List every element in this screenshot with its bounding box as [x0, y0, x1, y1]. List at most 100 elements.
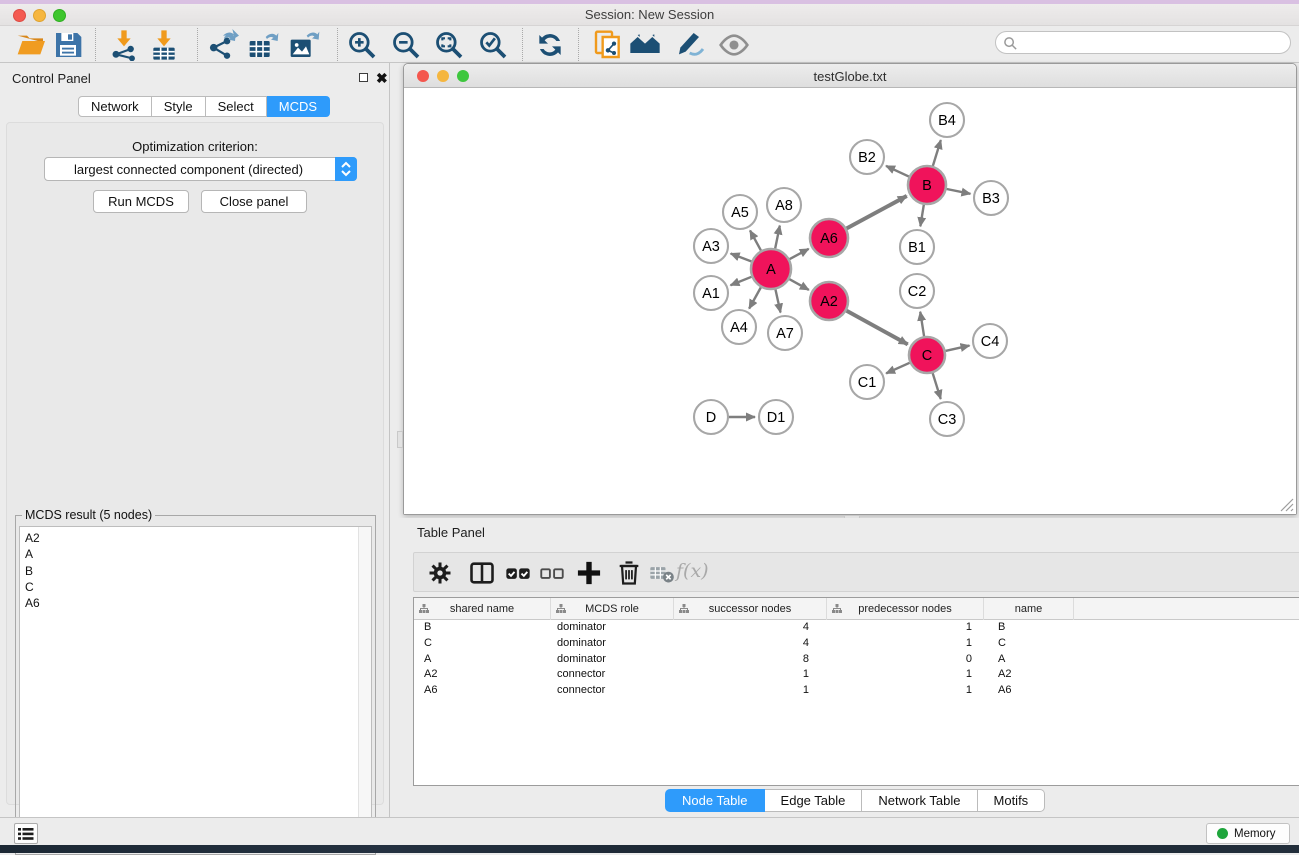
criterion-dropdown[interactable]: largest connected component (directed) [44, 157, 357, 181]
home-views-icon[interactable] [629, 29, 661, 61]
import-table-icon[interactable] [148, 29, 180, 61]
table-row-A6[interactable]: A6connector11A6 [414, 683, 1299, 699]
table-row-C[interactable]: Cdominator41C [414, 636, 1299, 652]
graph-edge-A2-C[interactable] [844, 309, 908, 344]
graph-node-B4[interactable]: B4 [930, 103, 964, 137]
graph-edge-B-B4[interactable] [932, 140, 941, 169]
graph-edge-C-C4[interactable] [943, 346, 970, 352]
network-window-titlebar[interactable]: testGlobe.txt [404, 64, 1296, 88]
result-item-C[interactable]: C [20, 579, 371, 595]
graph-edge-B-B2[interactable] [886, 166, 912, 178]
toolbar-separator [337, 28, 338, 61]
graph-node-C3[interactable]: C3 [930, 402, 964, 436]
graph-edge-C-C2[interactable] [920, 312, 924, 339]
deselect-all-icon[interactable] [538, 559, 566, 587]
duplicate-network-icon[interactable] [592, 29, 624, 61]
result-list-scrollbar[interactable] [358, 527, 371, 850]
task-history-button[interactable] [14, 823, 38, 844]
result-item-A[interactable]: A [20, 546, 371, 562]
graph-node-A2[interactable]: A2 [810, 282, 848, 320]
import-network-icon[interactable] [108, 29, 140, 61]
split-column-icon[interactable] [468, 559, 496, 587]
column-header-successor-nodes[interactable]: successor nodes [674, 598, 827, 620]
graph-node-A8[interactable]: A8 [767, 188, 801, 222]
graph-node-C[interactable]: C [909, 337, 945, 373]
graph-edge-C-C1[interactable] [886, 362, 912, 374]
graph-node-C4[interactable]: C4 [973, 324, 1007, 358]
graph-edge-A-A6[interactable] [787, 249, 809, 261]
graph-node-C1[interactable]: C1 [850, 365, 884, 399]
network-vertical-scroll-thumb[interactable] [397, 431, 403, 448]
zoom-in-icon[interactable] [346, 29, 378, 61]
close-panel-button[interactable]: Close panel [201, 190, 307, 213]
delete-icon[interactable] [615, 559, 643, 587]
tab-network-table[interactable]: Network Table [862, 789, 977, 812]
graph-node-A5[interactable]: A5 [723, 195, 757, 229]
graph-edge-A-A8[interactable] [775, 226, 780, 252]
column-header-MCDS-role[interactable]: MCDS role [551, 598, 674, 620]
save-session-icon[interactable] [52, 29, 84, 61]
network-canvas[interactable]: B4 B2 B B3 A5 A8 A6 A3 A B1 A1 A2 C2 A4 A7 C4 C C1 D D1 C3 [404, 88, 1296, 514]
select-all-icon[interactable] [504, 559, 532, 587]
result-item-A2[interactable]: A2 [20, 530, 371, 546]
zoom-fit-icon[interactable] [433, 29, 465, 61]
graph-edge-A-A2[interactable] [787, 278, 809, 290]
tab-network[interactable]: Network [78, 96, 152, 117]
graph-node-A7[interactable]: A7 [768, 316, 802, 350]
hide-details-icon[interactable] [675, 29, 707, 61]
graph-edge-A6-B[interactable] [844, 196, 907, 230]
zoom-out-icon[interactable] [390, 29, 422, 61]
show-details-icon[interactable] [718, 29, 750, 61]
tab-motifs[interactable]: Motifs [978, 789, 1046, 812]
column-header-name[interactable]: name [984, 598, 1074, 620]
refresh-icon[interactable] [534, 29, 566, 61]
graph-edge-B-B1[interactable] [920, 202, 924, 226]
add-icon[interactable] [575, 559, 603, 587]
result-item-B[interactable]: B [20, 563, 371, 579]
function-builder-icon[interactable]: f(x) [676, 560, 709, 582]
resize-grip-icon[interactable] [1280, 498, 1294, 512]
graph-node-C2[interactable]: C2 [900, 274, 934, 308]
graph-node-B1[interactable]: B1 [900, 230, 934, 264]
tab-edge-table[interactable]: Edge Table [765, 789, 863, 812]
export-image-icon[interactable] [288, 29, 320, 61]
graph-edge-A-A3[interactable] [731, 254, 755, 263]
graph-edge-A-A1[interactable] [730, 276, 754, 286]
graph-edge-A-A5[interactable] [750, 230, 762, 253]
graph-node-B[interactable]: B [908, 166, 946, 204]
graph-node-A4[interactable]: A4 [722, 310, 756, 344]
close-panel-icon[interactable]: ✖ [376, 72, 388, 84]
result-item-A6[interactable]: A6 [20, 595, 371, 611]
search-input[interactable] [1022, 33, 1282, 52]
graph-edge-A-A7[interactable] [775, 287, 781, 313]
graph-node-A1[interactable]: A1 [694, 276, 728, 310]
tab-node-table[interactable]: Node Table [665, 789, 765, 812]
delete-table-icon[interactable] [648, 559, 676, 587]
zoom-selected-icon[interactable] [477, 29, 509, 61]
graph-node-B3[interactable]: B3 [974, 181, 1008, 215]
graph-edge-C-C3[interactable] [932, 370, 941, 399]
table-row-B[interactable]: Bdominator41B [414, 620, 1299, 636]
run-mcds-button[interactable]: Run MCDS [93, 190, 189, 213]
tab-style[interactable]: Style [152, 96, 206, 117]
open-file-icon[interactable] [15, 29, 47, 61]
float-panel-icon[interactable] [359, 73, 368, 82]
graph-node-D1[interactable]: D1 [759, 400, 793, 434]
table-row-A[interactable]: Adominator80A [414, 652, 1299, 668]
graph-node-A6[interactable]: A6 [810, 219, 848, 257]
table-row-A2[interactable]: A2connector11A2 [414, 667, 1299, 683]
graph-node-B2[interactable]: B2 [850, 140, 884, 174]
graph-edge-A-A4[interactable] [749, 285, 762, 309]
column-header-shared-name[interactable]: shared name [414, 598, 551, 620]
tab-select[interactable]: Select [206, 96, 267, 117]
tab-mcds[interactable]: MCDS [267, 96, 330, 117]
export-network-icon[interactable] [207, 29, 239, 61]
graph-node-D[interactable]: D [694, 400, 728, 434]
gear-icon[interactable] [426, 559, 454, 587]
memory-button[interactable]: Memory [1206, 823, 1290, 844]
column-header-predecessor-nodes[interactable]: predecessor nodes [827, 598, 984, 620]
graph-node-A[interactable]: A [751, 249, 791, 289]
graph-edge-B-B3[interactable] [944, 188, 971, 193]
graph-node-A3[interactable]: A3 [694, 229, 728, 263]
export-table-icon[interactable] [247, 29, 279, 61]
